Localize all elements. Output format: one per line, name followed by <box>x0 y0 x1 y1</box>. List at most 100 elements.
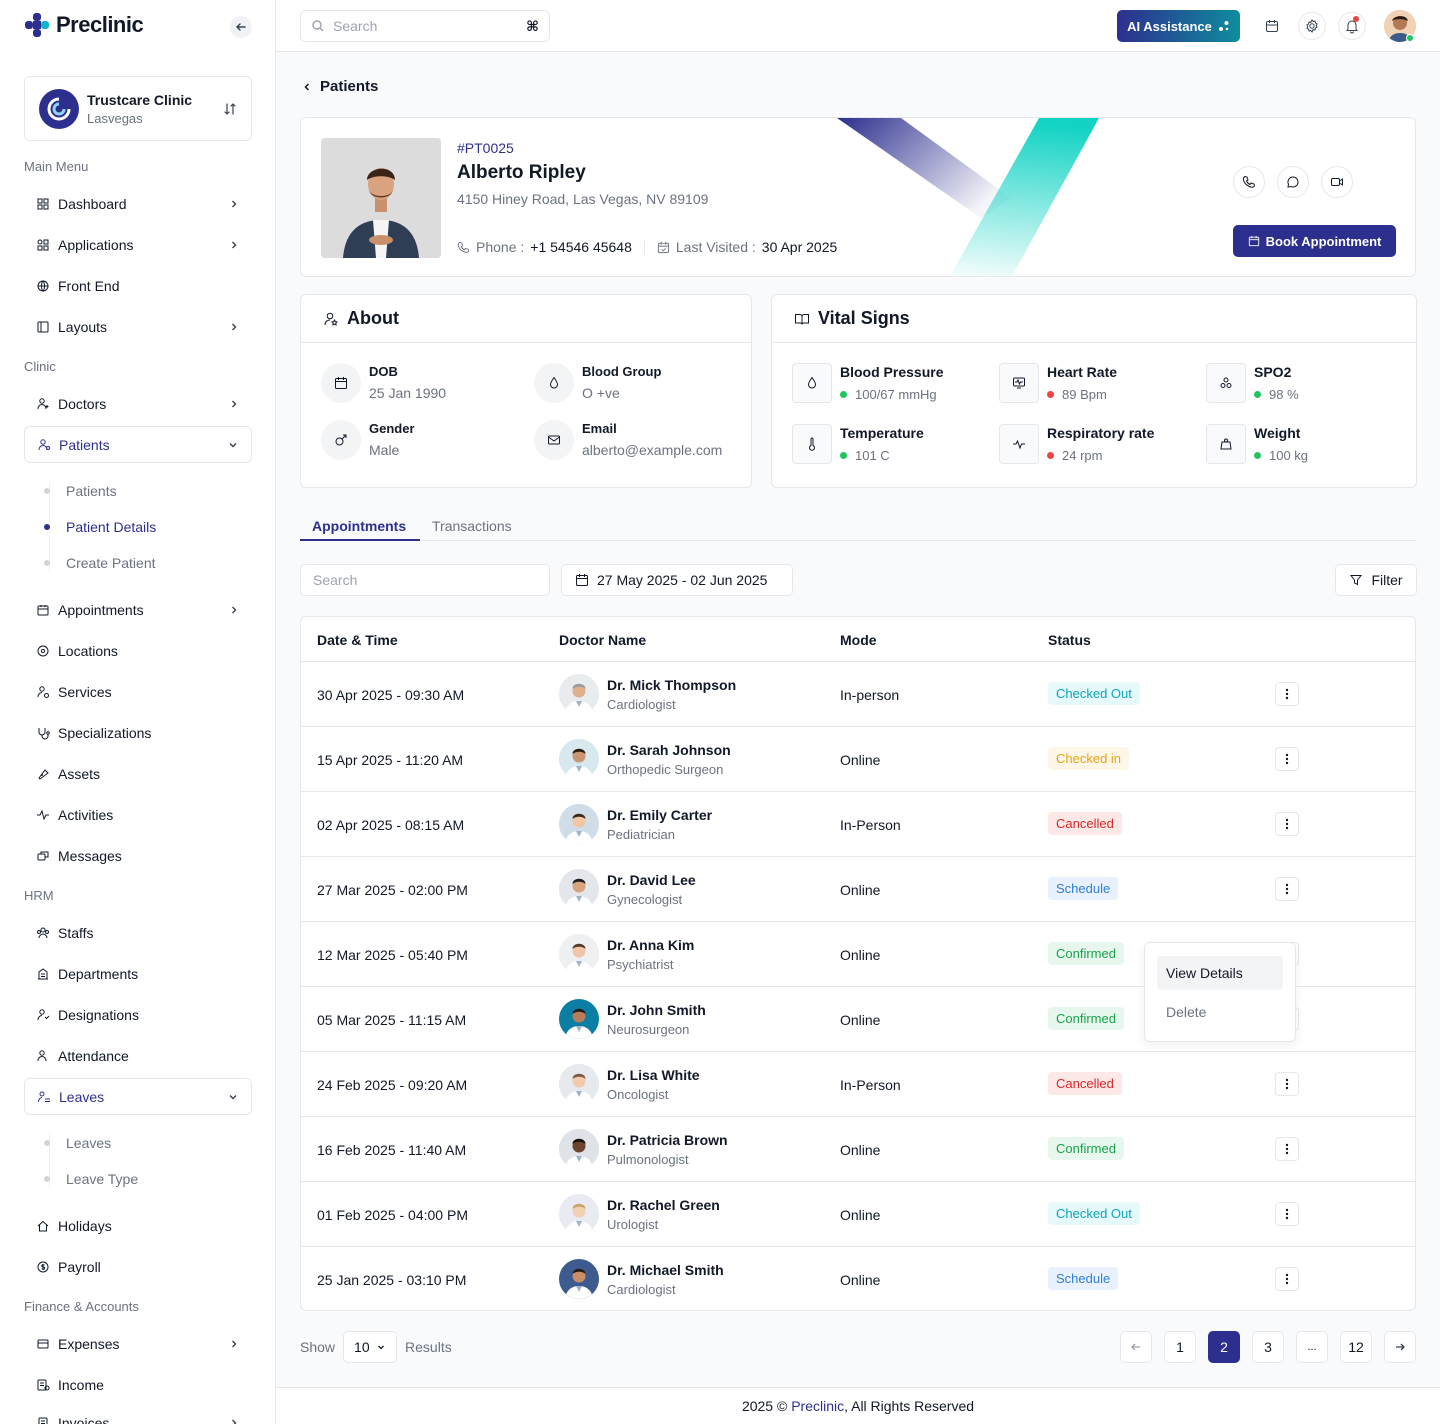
sidebar-item-departments[interactable]: Departments <box>24 956 252 992</box>
sidebar-item-payroll[interactable]: Payroll <box>24 1249 252 1285</box>
doctor-avatar <box>559 1194 599 1234</box>
table-row: 30 Apr 2025 - 09:30 AM Dr. Mick Thompson… <box>301 662 1415 727</box>
footer-brand-link[interactable]: Preclinic <box>791 1398 844 1414</box>
sidebar-item-label: Payroll <box>58 1259 101 1275</box>
sidebar-item-messages[interactable]: Messages <box>24 838 252 874</box>
chat-button[interactable] <box>1277 166 1309 198</box>
sidebar-item-leaves[interactable]: Leaves <box>24 1078 252 1115</box>
delete-menu-item[interactable]: Delete <box>1157 995 1283 1029</box>
calendar-button[interactable] <box>1258 12 1286 40</box>
page-button-current[interactable]: 2 <box>1208 1331 1240 1363</box>
sidebar-item-activities[interactable]: Activities <box>24 797 252 833</box>
view-details-menu-item[interactable]: View Details <box>1157 956 1283 990</box>
row-actions-button[interactable] <box>1275 1137 1299 1161</box>
user-star-icon <box>324 312 339 326</box>
doctor-cell[interactable]: Dr. Anna Kim Psychiatrist <box>559 934 694 974</box>
page-ellipsis[interactable]: ... <box>1296 1331 1328 1363</box>
arrow-left-icon <box>236 23 246 31</box>
breadcrumb[interactable]: Patients <box>302 78 378 95</box>
prev-page-button[interactable] <box>1120 1331 1152 1363</box>
tab-appointments[interactable]: Appointments <box>312 518 406 534</box>
column-header[interactable]: Mode <box>840 632 877 648</box>
collapse-sidebar-button[interactable] <box>230 16 252 38</box>
row-actions-button[interactable] <box>1275 747 1299 771</box>
sidebar-item-specializations[interactable]: Specializations <box>24 715 252 751</box>
sidebar-item-holidays[interactable]: Holidays <box>24 1208 252 1244</box>
doctor-cell[interactable]: Dr. David Lee Gynecologist <box>559 869 696 909</box>
location-icon <box>37 645 49 657</box>
column-header[interactable]: Status <box>1048 632 1091 648</box>
doctor-cell[interactable]: Dr. Michael Smith Cardiologist <box>559 1259 724 1299</box>
call-button[interactable] <box>1233 166 1265 198</box>
submenu-item-patients[interactable]: Patients <box>44 483 117 499</box>
table-row: 27 Mar 2025 - 02:00 PM Dr. David Lee Gyn… <box>301 857 1415 922</box>
submenu-item-leave-type[interactable]: Leave Type <box>44 1171 138 1187</box>
pulse-icon <box>999 424 1039 464</box>
page-button[interactable]: 3 <box>1252 1331 1284 1363</box>
sidebar-item-invoices[interactable]: Invoices <box>24 1405 252 1424</box>
sidebar-item-appointments[interactable]: Appointments <box>24 592 252 628</box>
submenu-item-leaves[interactable]: Leaves <box>44 1135 111 1151</box>
doctor-avatar <box>559 869 599 909</box>
row-actions-button[interactable] <box>1275 1267 1299 1291</box>
submenu-item-create-patient[interactable]: Create Patient <box>44 555 156 571</box>
column-header[interactable]: Doctor Name <box>559 632 646 648</box>
column-header[interactable]: Date & Time <box>317 632 398 648</box>
sidebar-item-applications[interactable]: Applications <box>24 227 252 263</box>
sidebar-item-dashboard[interactable]: Dashboard <box>24 186 252 222</box>
doctor-cell[interactable]: Dr. Lisa White Oncologist <box>559 1064 700 1104</box>
sidebar-item-expenses[interactable]: Expenses <box>24 1326 252 1362</box>
vital-spo2: SPO2 98 % <box>1206 363 1299 403</box>
page-button[interactable]: 12 <box>1340 1331 1372 1363</box>
appointment-datetime: 25 Jan 2025 - 03:10 PM <box>317 1272 467 1288</box>
sidebar-item-designations[interactable]: Designations <box>24 997 252 1033</box>
settings-button[interactable] <box>1298 12 1326 40</box>
video-call-button[interactable] <box>1321 166 1353 198</box>
sidebar-item-layouts[interactable]: Layouts <box>24 309 252 345</box>
page-button[interactable]: 1 <box>1164 1331 1196 1363</box>
doctor-cell[interactable]: Dr. John Smith Neurosurgeon <box>559 999 706 1039</box>
sidebar-item-attendance[interactable]: Attendance <box>24 1038 252 1074</box>
global-search-input[interactable]: Search ⌘ <box>300 10 550 42</box>
doctor-avatar <box>559 1259 599 1299</box>
doctor-cell[interactable]: Dr. Sarah Johnson Orthopedic Surgeon <box>559 739 731 779</box>
sidebar-item-label: Departments <box>58 966 139 982</box>
doctor-name: Dr. John Smith <box>607 1001 706 1018</box>
clinic-switcher[interactable]: Trustcare Clinic Lasvegas <box>24 76 252 141</box>
page-size-select[interactable]: 10 <box>343 1331 398 1363</box>
row-actions-button[interactable] <box>1275 682 1299 706</box>
sidebar-item-locations[interactable]: Locations <box>24 633 252 669</box>
phone-icon <box>457 241 470 253</box>
sidebar-item-services[interactable]: Services <box>24 674 252 710</box>
sidebar-item-front-end[interactable]: Front End <box>24 268 252 304</box>
doctor-cell[interactable]: Dr. Patricia Brown Pulmonologist <box>559 1129 728 1169</box>
sidebar-item-income[interactable]: Income <box>24 1367 252 1403</box>
sidebar-item-doctors[interactable]: Doctors <box>24 386 252 422</box>
brand-logo[interactable]: Preclinic <box>24 12 144 38</box>
sidebar-item-staffs[interactable]: Staffs <box>24 915 252 951</box>
doctor-cell[interactable]: Dr. Mick Thompson Cardiologist <box>559 674 736 714</box>
doctor-avatar <box>559 934 599 974</box>
row-actions-button[interactable] <box>1275 877 1299 901</box>
tab-transactions[interactable]: Transactions <box>432 518 512 534</box>
row-actions-button[interactable] <box>1275 1072 1299 1096</box>
date-range-picker[interactable]: 27 May 2025 - 02 Jun 2025 <box>561 564 793 596</box>
notifications-button[interactable] <box>1338 12 1366 40</box>
doctor-cell[interactable]: Dr. Rachel Green Urologist <box>559 1194 720 1234</box>
status-badge: Schedule <box>1048 877 1119 900</box>
row-actions-button[interactable] <box>1275 812 1299 836</box>
chat-icon <box>1287 176 1299 188</box>
book-appointment-button[interactable]: Book Appointment <box>1233 225 1396 257</box>
footer-rights: , All Rights Reserved <box>844 1398 975 1414</box>
chevron-right-icon <box>232 400 237 408</box>
submenu-item-patient-details[interactable]: Patient Details <box>44 519 156 535</box>
sidebar-item-patients[interactable]: Patients <box>24 426 252 463</box>
next-page-button[interactable] <box>1384 1331 1416 1363</box>
doctor-cell[interactable]: Dr. Emily Carter Pediatrician <box>559 804 712 844</box>
appointments-search-input[interactable]: Search <box>300 564 550 596</box>
filter-button[interactable]: Filter <box>1335 564 1417 596</box>
row-actions-button[interactable] <box>1275 1202 1299 1226</box>
sidebar-item-assets[interactable]: Assets <box>24 756 252 792</box>
page-size-control: Show 10 Results <box>300 1331 452 1363</box>
ai-assistance-button[interactable]: AI Assistance <box>1117 10 1240 42</box>
